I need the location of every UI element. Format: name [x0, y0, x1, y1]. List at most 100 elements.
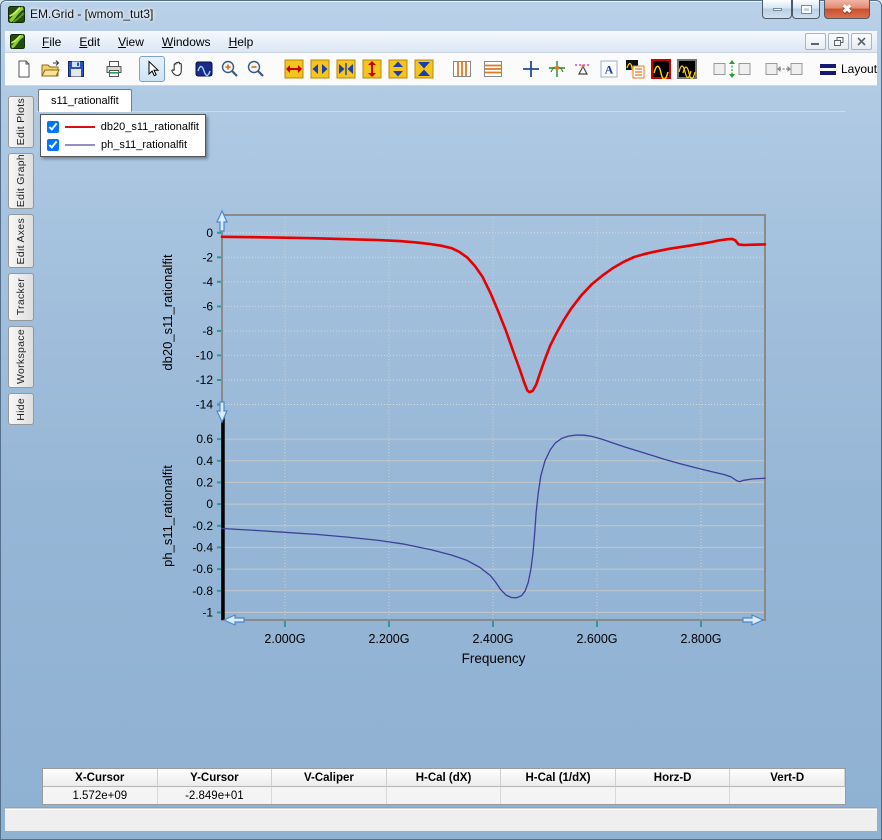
menu-view[interactable]: View — [109, 32, 153, 52]
layout-button-label: Layout — [841, 62, 877, 76]
sidebar-tab-tracker[interactable]: Tracker — [8, 273, 34, 321]
sidebar-tab-workspace[interactable]: Workspace — [8, 326, 34, 388]
y-tick-label: -4 — [202, 275, 213, 289]
x-tick-label: 2.000G — [264, 632, 305, 646]
horizontal-grid-icon — [483, 59, 503, 79]
status-value-y-cursor: -2.849e+01 — [158, 787, 273, 804]
tab-s11-rationalfit[interactable]: s11_rationalfit — [38, 89, 132, 112]
expand-x-icon — [310, 59, 330, 79]
full-scale-y-button[interactable] — [359, 56, 385, 82]
zoom-window-button[interactable] — [191, 56, 217, 82]
x-tick-label: 2.800G — [681, 632, 722, 646]
title-bar[interactable]: EM.Grid - [wmom_tut3] ✖ — [0, 0, 882, 30]
sidebar-tab-hide[interactable]: Hide — [8, 393, 34, 425]
new-button[interactable] — [11, 56, 37, 82]
child-window-icon — [10, 34, 25, 49]
text-annotation-icon: A — [599, 59, 619, 79]
menu-file[interactable]: File — [33, 32, 70, 52]
maximize-button[interactable] — [792, 0, 820, 19]
x-axis-left-handle[interactable] — [224, 615, 244, 625]
zoom-out-button[interactable] — [243, 56, 269, 82]
menu-edit[interactable]: Edit — [70, 32, 109, 52]
mdi-close-icon — [857, 37, 866, 46]
print-button[interactable] — [101, 56, 127, 82]
minimize-button[interactable] — [762, 0, 792, 19]
legend-toggle-icon — [625, 59, 645, 79]
menu-windows[interactable]: Windows — [153, 32, 220, 52]
legend-item-db20: db20_s11_rationalfit — [47, 119, 199, 134]
status-col-x-cursor: X-Cursor — [43, 769, 158, 787]
y-tick-label: -0.8 — [192, 584, 213, 598]
sidebar-tab-edit-plots[interactable]: Edit Plots — [8, 96, 34, 148]
caliper-button[interactable] — [570, 56, 596, 82]
single-curve-button[interactable] — [648, 56, 674, 82]
expand-x-button[interactable] — [307, 56, 333, 82]
y-tick-label: 0 — [206, 226, 213, 240]
compress-x-icon — [336, 59, 356, 79]
zoom-in-button[interactable] — [217, 56, 243, 82]
sidebar-tab-edit-graph[interactable]: Edit Graph — [8, 153, 34, 209]
menu-help[interactable]: Help — [220, 32, 263, 52]
cursor-cross-icon — [521, 59, 541, 79]
compress-y-icon — [414, 59, 434, 79]
full-scale-x-icon — [284, 59, 304, 79]
multi-curve-button[interactable] — [674, 56, 700, 82]
status-col-hcal-1dx: H-Cal (1/dX) — [501, 769, 616, 787]
legend-checkbox-db20[interactable] — [47, 121, 59, 133]
mdi-minimize-button[interactable] — [805, 33, 826, 50]
full-scale-x-button[interactable] — [281, 56, 307, 82]
sidebar-tab-edit-axes[interactable]: Edit Axes — [8, 214, 34, 268]
legend-toggle-button[interactable] — [622, 56, 648, 82]
tracker-button[interactable] — [544, 56, 570, 82]
text-annotation-button[interactable]: A — [596, 56, 622, 82]
maximize-icon — [802, 6, 811, 13]
x-tick-label: 2.600G — [576, 632, 617, 646]
link-vertical-button[interactable] — [712, 56, 752, 82]
legend-checkbox-ph[interactable] — [47, 139, 59, 151]
status-value-v-caliper — [272, 787, 387, 804]
compress-y-button[interactable] — [411, 56, 437, 82]
y-tick-label: -8 — [202, 324, 213, 338]
expand-y-button[interactable] — [385, 56, 411, 82]
open-button[interactable] — [37, 56, 63, 82]
legend-line-sample-db20 — [65, 126, 95, 128]
y-tick-label: -1 — [202, 605, 213, 619]
y-tick-label: -0.2 — [192, 519, 213, 533]
status-value-vert-d — [730, 787, 845, 804]
app-logo-icon — [8, 6, 25, 23]
tracker-icon — [547, 59, 567, 79]
cursor-status-table: X-Cursor Y-Cursor V-Caliper H-Cal (dX) H… — [42, 768, 846, 805]
legend-item-ph: ph_s11_rationalfit — [47, 137, 199, 152]
horizontal-grid-button[interactable] — [480, 56, 506, 82]
link-horizontal-button[interactable] — [764, 56, 804, 82]
open-icon — [40, 59, 60, 79]
mdi-close-button[interactable] — [851, 33, 872, 50]
status-col-vert-d: Vert-D — [730, 769, 845, 787]
mdi-restore-button[interactable] — [828, 33, 849, 50]
y-tick-label: 0 — [206, 497, 213, 511]
cursor-cross-button[interactable] — [518, 56, 544, 82]
status-value-horz-d — [616, 787, 731, 804]
select-pointer-button[interactable] — [139, 56, 165, 82]
zoom-window-icon — [194, 59, 214, 79]
x-tick-label: 2.200G — [368, 632, 409, 646]
mdi-window-controls — [805, 33, 872, 50]
expand-y-icon — [388, 59, 408, 79]
x-axis-label: Frequency — [462, 651, 526, 666]
status-value-x-cursor: 1.572e+09 — [43, 787, 158, 804]
compress-x-button[interactable] — [333, 56, 359, 82]
zoom-in-icon — [220, 59, 240, 79]
print-icon — [104, 59, 124, 79]
y-tick-label: -2 — [202, 250, 213, 264]
pan-hand-button[interactable] — [165, 56, 191, 82]
x-axis-right-handle[interactable] — [743, 615, 763, 625]
x-tick-label: 2.400G — [472, 632, 513, 646]
close-icon: ✖ — [842, 3, 852, 15]
new-icon — [14, 59, 34, 79]
ph_s11_rationalfit-curve — [222, 435, 765, 598]
close-button[interactable]: ✖ — [824, 0, 870, 19]
vertical-grid-button[interactable] — [449, 56, 475, 82]
save-button[interactable] — [63, 56, 89, 82]
layout-button[interactable]: Layout — [820, 62, 877, 76]
save-icon — [66, 59, 86, 79]
